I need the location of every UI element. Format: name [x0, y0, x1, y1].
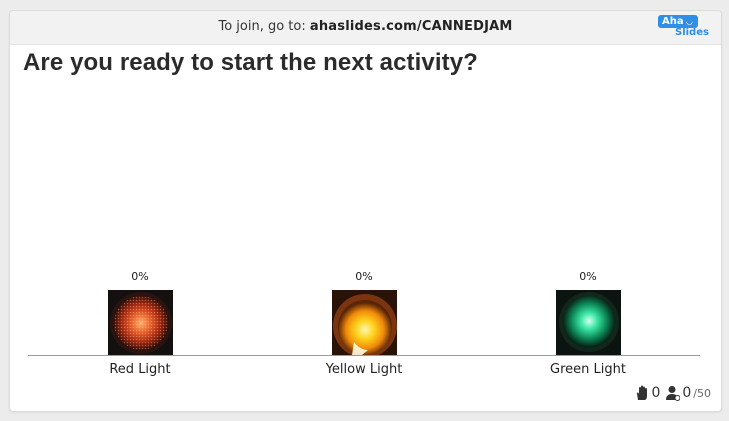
- red-traffic-light-image: [108, 290, 173, 355]
- option-label: Yellow Light: [325, 362, 403, 377]
- yellow-traffic-light-image: [332, 290, 397, 355]
- user-icon: [666, 386, 681, 401]
- option-red-light: 0% Red Light: [60, 11, 220, 391]
- green-light-icon: [556, 290, 621, 355]
- option-yellow-light: 0% Yellow Light: [284, 11, 444, 391]
- yellow-light-icon: [332, 290, 397, 355]
- green-traffic-light-image: [556, 290, 621, 355]
- option-percent: 0%: [579, 270, 597, 283]
- reactions-count: 0: [651, 385, 661, 401]
- participants-stat: 0/50: [666, 385, 711, 401]
- logo-slides-text: Slides: [675, 27, 709, 38]
- chart-baseline: [28, 355, 700, 356]
- option-label: Red Light: [109, 362, 171, 377]
- hand-icon: [637, 385, 648, 400]
- presentation-slide: To join, go to: ahaslides.com/CANNEDJAM …: [9, 10, 722, 412]
- option-percent: 0%: [355, 270, 373, 283]
- participants-total: /50: [693, 386, 711, 400]
- red-light-icon: [108, 290, 173, 355]
- option-percent: 0%: [131, 270, 149, 283]
- participants-count: 0: [682, 385, 692, 401]
- stats-bar: 0 0/50: [635, 385, 711, 401]
- option-green-light: 0% Green Light: [508, 11, 668, 391]
- reactions-stat: 0: [635, 385, 660, 401]
- option-label: Green Light: [550, 362, 626, 377]
